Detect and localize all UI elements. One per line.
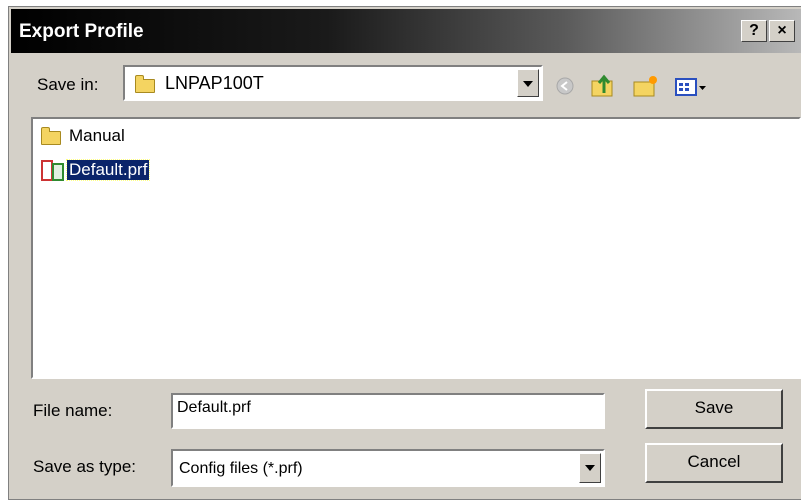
folder-icon xyxy=(41,127,61,145)
help-button[interactable]: ? xyxy=(741,20,767,42)
file-name-label: File name: xyxy=(33,401,113,420)
save-button[interactable]: Save xyxy=(645,389,783,429)
view-menu-icon[interactable] xyxy=(673,73,709,99)
save-as-type-value: Config files (*.prf) xyxy=(179,460,303,477)
file-name: Manual xyxy=(69,126,125,145)
cancel-button[interactable]: Cancel xyxy=(645,443,783,483)
back-icon[interactable] xyxy=(553,73,577,99)
folder-icon xyxy=(135,75,155,93)
title-bar[interactable]: Export Profile ? × xyxy=(11,9,801,53)
save-in-dropdown[interactable]: LNPAP100T xyxy=(123,65,543,101)
file-name-input[interactable]: Default.prf xyxy=(171,393,605,429)
file-list[interactable]: Manual Default.prf xyxy=(31,117,801,379)
file-name: Default.prf xyxy=(65,159,151,181)
save-as-type-dropdown-arrow[interactable] xyxy=(579,453,601,483)
export-profile-dialog: Export Profile ? × Save in: LNPAP100T Ma… xyxy=(8,6,801,500)
save-as-type-label: Save as type: xyxy=(33,457,137,476)
new-folder-icon[interactable] xyxy=(631,73,659,99)
profile-file-icon xyxy=(41,160,64,181)
save-in-label: Save in: xyxy=(37,75,99,94)
up-folder-icon[interactable] xyxy=(589,73,617,99)
dialog-title: Export Profile xyxy=(19,21,144,42)
save-in-dropdown-arrow[interactable] xyxy=(517,69,539,97)
save-in-value: LNPAP100T xyxy=(165,73,264,93)
close-button[interactable]: × xyxy=(769,20,795,42)
save-as-type-dropdown[interactable]: Config files (*.prf) xyxy=(171,449,605,487)
